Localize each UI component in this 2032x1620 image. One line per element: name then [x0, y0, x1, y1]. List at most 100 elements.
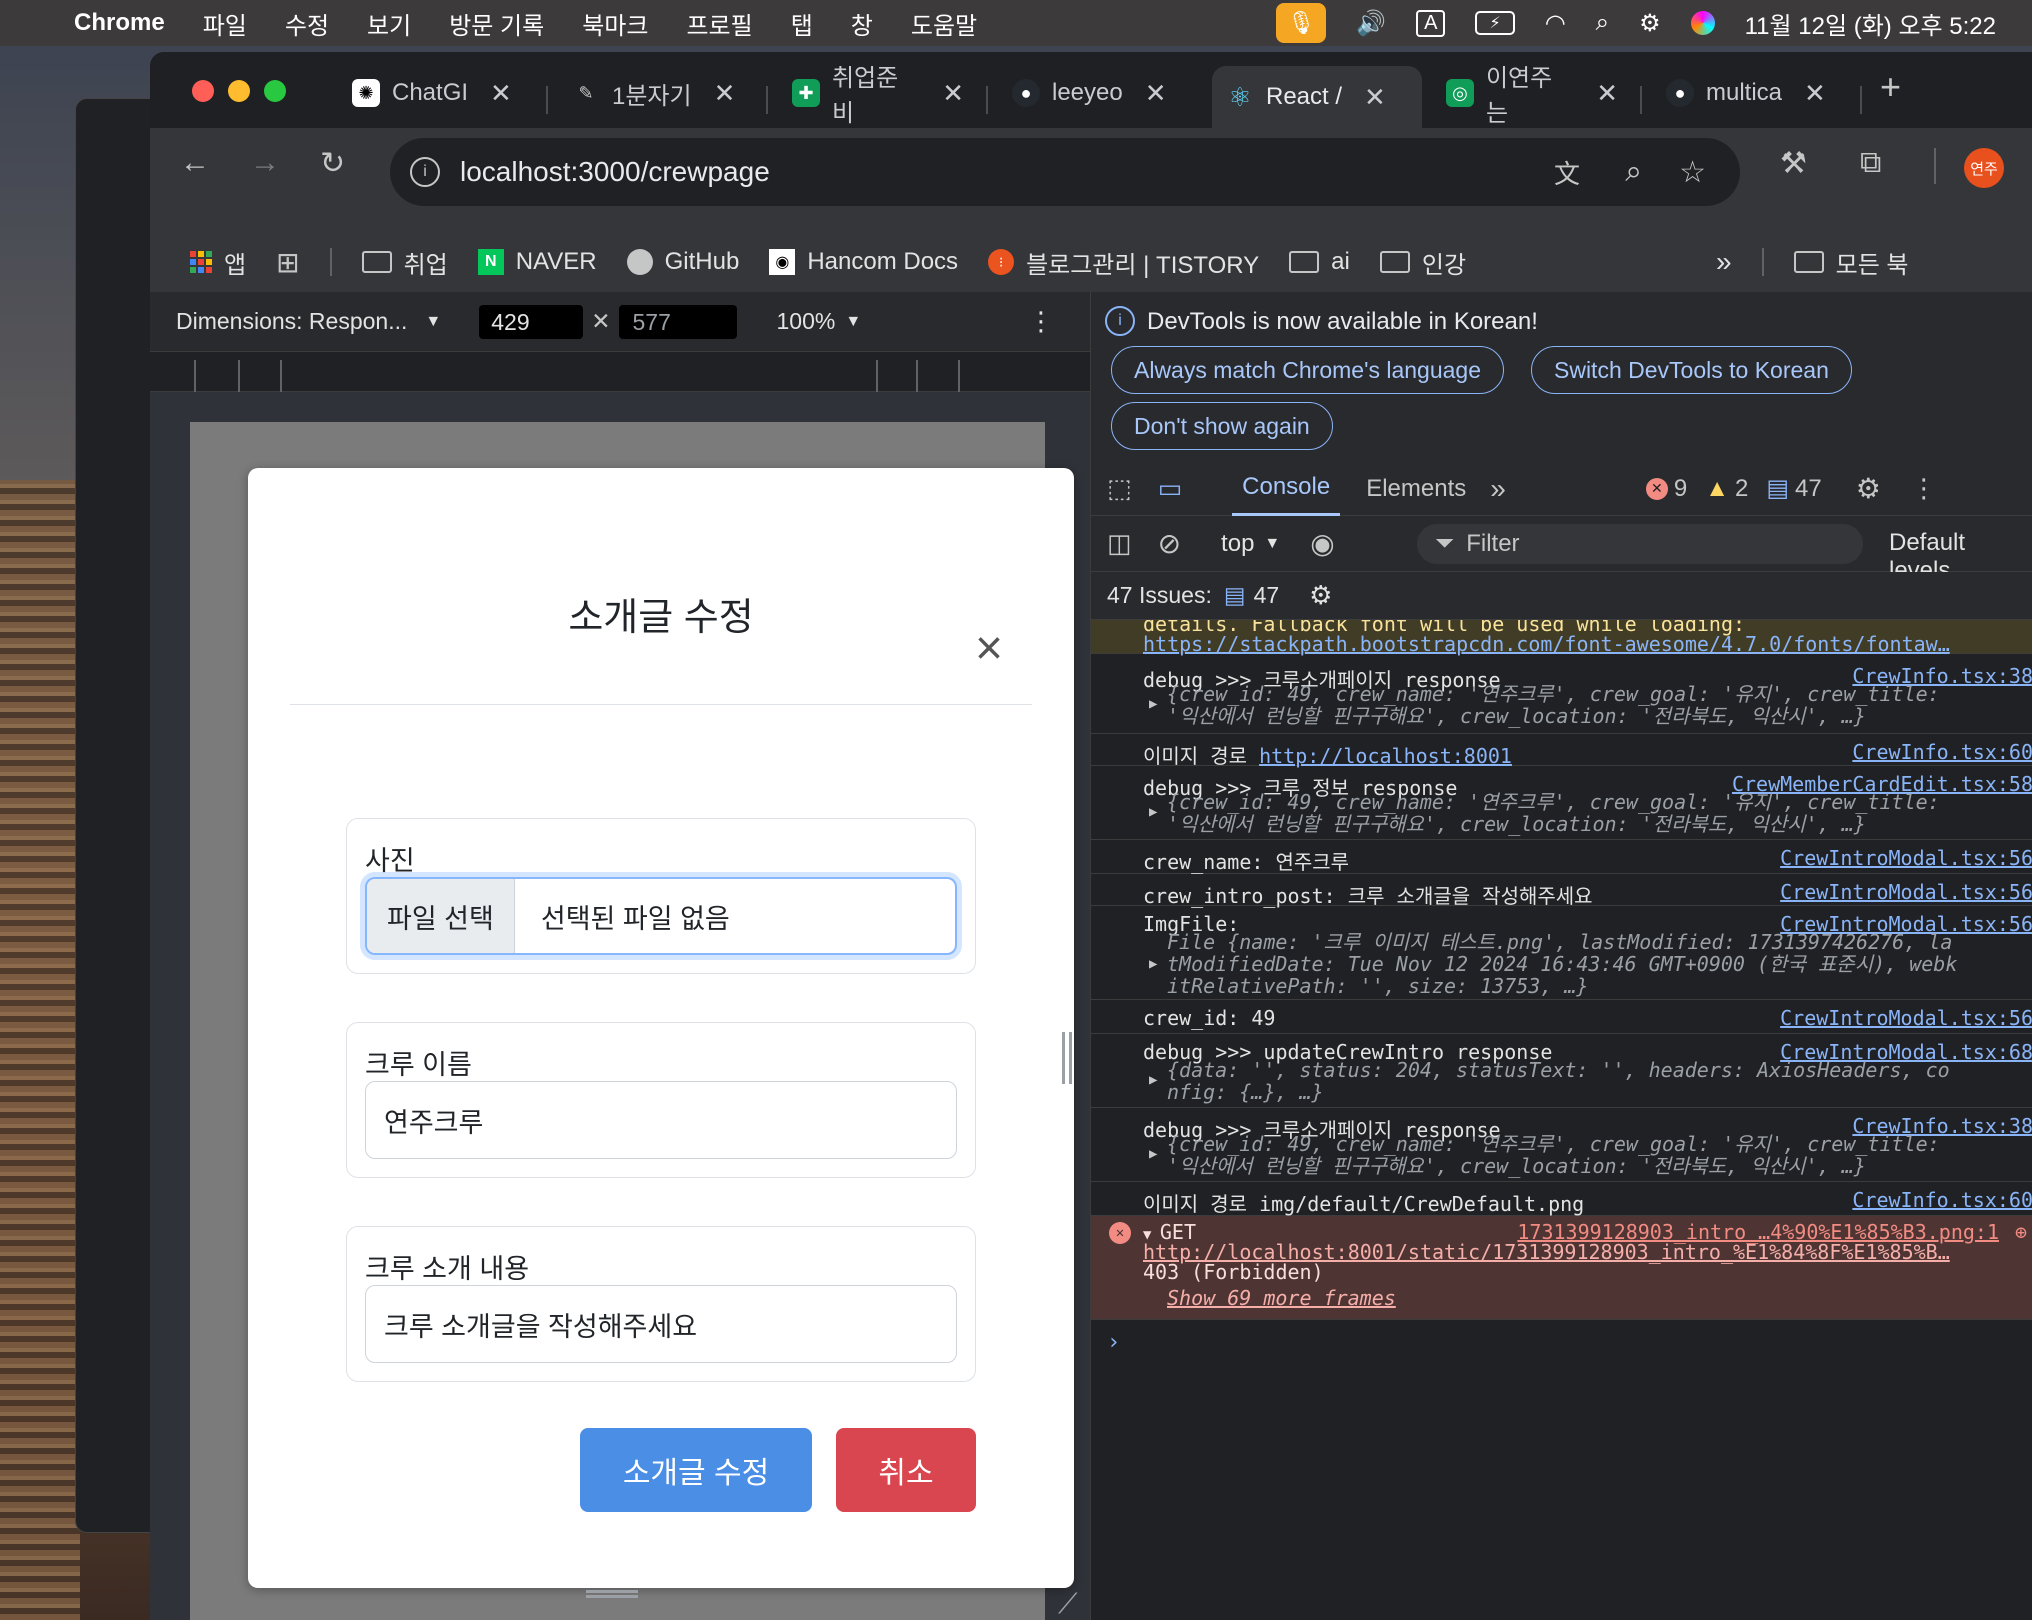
close-tab-icon[interactable]: ✕: [1596, 78, 1618, 109]
console-object-preview[interactable]: tModifiedDate: Tue Nov 12 2024 16:43:46 …: [1167, 954, 1957, 975]
bookmark-hancom[interactable]: ◉ Hancom Docs: [769, 248, 958, 276]
console-object-preview[interactable]: {data: '', status: 204, statusText: '', …: [1167, 1060, 1950, 1081]
issues-badge[interactable]: ▤ 47: [1224, 582, 1279, 609]
wifi-icon[interactable]: ◠: [1545, 9, 1566, 38]
siri-icon[interactable]: [1690, 11, 1715, 35]
spotlight-search-icon[interactable]: ⌕: [1596, 9, 1609, 37]
extensions-puzzle-icon[interactable]: ⧉: [1860, 146, 1881, 180]
clear-console-icon[interactable]: ⊘: [1158, 527, 1181, 560]
translate-icon[interactable]: 文: [1554, 154, 1580, 191]
close-tab-icon[interactable]: ✕: [1804, 78, 1826, 109]
bookmark-folder-ai[interactable]: ai: [1289, 248, 1350, 276]
dimensions-dropdown[interactable]: Dimensions: Respon... ▼: [176, 308, 441, 335]
resize-corner-icon[interactable]: ⟋: [1058, 1588, 1078, 1620]
bookmark-star-icon[interactable]: ☆: [1679, 155, 1706, 190]
bookmark-folder-job[interactable]: 취업: [361, 245, 448, 280]
extension-tool-icon[interactable]: ⚒: [1780, 146, 1807, 181]
tab-github-leeyeo[interactable]: ● leeyeo ✕: [998, 66, 1198, 120]
cancel-button[interactable]: 취소: [836, 1428, 976, 1512]
console-source-link[interactable]: CrewIntroModal.tsx:56: [1780, 1006, 2032, 1030]
tab-console[interactable]: Console: [1232, 461, 1341, 516]
issues-settings-gear-icon[interactable]: ⚙: [1309, 580, 1332, 611]
bookmark-folder-all[interactable]: 모든 북: [1793, 245, 1909, 280]
console-object-preview[interactable]: '익산에서 런닝할 핀구구해요', crew_location: '전라북도, …: [1167, 814, 1866, 835]
control-center-icon[interactable]: ⚙: [1639, 9, 1661, 38]
file-choose-button[interactable]: 파일 선택: [367, 879, 515, 953]
expand-triangle-icon[interactable]: ▶: [1149, 804, 1157, 820]
expand-triangle-icon[interactable]: ▶: [1149, 1146, 1157, 1162]
bookmark-tistory[interactable]: ⁝ 블로그관리 | TISTORY: [988, 245, 1259, 280]
window-minimize-button[interactable]: [228, 80, 250, 102]
tab-job-prep[interactable]: ✚ 취업준비 ✕: [778, 65, 978, 127]
menu-tab[interactable]: 탭: [791, 6, 813, 41]
expand-triangle-icon[interactable]: ▶: [1149, 956, 1157, 972]
width-input[interactable]: 429: [479, 304, 584, 339]
reload-icon[interactable]: ↻: [320, 146, 345, 181]
menu-app-name[interactable]: Chrome: [74, 9, 165, 37]
close-tab-icon[interactable]: ✕: [1145, 78, 1167, 109]
menu-history[interactable]: 방문 기록: [449, 6, 544, 41]
dont-show-again-button[interactable]: Don't show again: [1111, 402, 1333, 450]
menu-bookmarks[interactable]: 북마크: [582, 6, 648, 41]
menu-help[interactable]: 도움말: [911, 6, 977, 41]
clock[interactable]: 11월 12일 (화) 오후 5:22: [1745, 6, 1996, 41]
battery-icon[interactable]: ⚡: [1475, 11, 1515, 35]
photo-file-input[interactable]: 파일 선택 선택된 파일 없음: [365, 877, 957, 955]
url-text[interactable]: localhost:3000/crewpage: [460, 156, 770, 188]
more-options-icon[interactable]: ⋮: [1028, 306, 1054, 337]
tab-elements[interactable]: Elements: [1366, 475, 1466, 503]
close-tab-icon[interactable]: ✕: [1364, 82, 1386, 113]
zoom-dropdown[interactable]: 100% ▼: [777, 308, 862, 335]
menu-window[interactable]: 창: [851, 6, 873, 41]
volume-icon[interactable]: 🔊: [1356, 9, 1386, 38]
tab-github-multica[interactable]: ● multica ✕: [1652, 66, 1852, 120]
site-info-icon[interactable]: i: [410, 157, 440, 187]
sidebar-toggle-icon[interactable]: ◫: [1107, 528, 1132, 559]
console-prompt-icon[interactable]: ›: [1107, 1330, 1120, 1355]
console-source-link[interactable]: CrewInfo.tsx:60: [1852, 1188, 2032, 1212]
bookmark-github[interactable]: GitHub: [626, 248, 739, 276]
warning-count-badge[interactable]: ▲ 2: [1705, 475, 1748, 503]
address-bar[interactable]: i localhost:3000/crewpage 文 ⌕ ☆: [390, 138, 1740, 206]
more-tabs-icon[interactable]: »: [1490, 473, 1506, 505]
tab-chatgpt[interactable]: ✺ ChatGI ✕: [338, 66, 538, 120]
warning-link[interactable]: https://stackpath.bootstrapcdn.com/font-…: [1143, 632, 1950, 656]
bookmark-apps[interactable]: 앱: [190, 245, 246, 280]
console-object-preview[interactable]: nfig: {…}, …}: [1167, 1082, 1324, 1103]
resize-handle-bottom[interactable]: [586, 1590, 638, 1598]
menu-view[interactable]: 보기: [367, 6, 411, 41]
resize-handle-right[interactable]: [1062, 1032, 1072, 1084]
console-object-preview[interactable]: {crew_id: 49, crew_name: '연주크루', crew_go…: [1167, 792, 1940, 813]
network-request-icon[interactable]: ⊕: [2015, 1220, 2027, 1244]
console-object-preview[interactable]: File {name: '크루 이미지 테스트.png', lastModifi…: [1167, 932, 1952, 953]
profile-avatar[interactable]: 연주: [1964, 148, 2004, 188]
crew-intro-input[interactable]: 크루 소개글을 작성해주세요: [365, 1285, 957, 1363]
close-tab-icon[interactable]: ✕: [490, 78, 512, 109]
live-expression-eye-icon[interactable]: ◉: [1310, 527, 1334, 560]
bookmarks-overflow-icon[interactable]: »: [1716, 246, 1732, 278]
window-close-button[interactable]: [192, 80, 214, 102]
new-tab-icon[interactable]: +: [1880, 66, 1901, 108]
devtools-menu-icon[interactable]: ⋮: [1911, 473, 1937, 504]
height-input[interactable]: 577: [618, 304, 737, 339]
expand-triangle-icon[interactable]: ▶: [1149, 696, 1157, 712]
window-zoom-button[interactable]: [264, 80, 286, 102]
menu-edit[interactable]: 수정: [285, 6, 329, 41]
bookmark-naver[interactable]: N NAVER: [477, 248, 597, 276]
always-match-language-button[interactable]: Always match Chrome's language: [1111, 346, 1504, 394]
console-filter-input[interactable]: ⏷ Filter: [1417, 524, 1863, 564]
expand-triangle-icon[interactable]: ▶: [1149, 1072, 1157, 1088]
close-icon[interactable]: ×: [968, 625, 1010, 673]
bookmark-folder-lectures[interactable]: 인강: [1379, 245, 1466, 280]
close-tab-icon[interactable]: ✕: [714, 78, 736, 109]
switch-to-korean-button[interactable]: Switch DevTools to Korean: [1531, 346, 1852, 394]
tab-yeonju[interactable]: ◎ 이연주는 ✕: [1432, 65, 1632, 127]
console-source-link[interactable]: CrewIntroModal.tsx:56: [1780, 846, 2032, 870]
console-object-preview[interactable]: {crew_id: 49, crew_name: '연주크루', crew_go…: [1167, 684, 1940, 705]
crew-name-input[interactable]: 연주크루: [365, 1081, 957, 1159]
microphone-icon[interactable]: 🎙: [1276, 3, 1327, 43]
menu-file[interactable]: 파일: [203, 6, 247, 41]
submit-intro-button[interactable]: 소개글 수정: [580, 1428, 812, 1512]
console-source-link[interactable]: CrewInfo.tsx:60: [1852, 740, 2032, 764]
console-object-preview[interactable]: '익산에서 런닝할 핀구구해요', crew_location: '전라북도, …: [1167, 706, 1866, 727]
